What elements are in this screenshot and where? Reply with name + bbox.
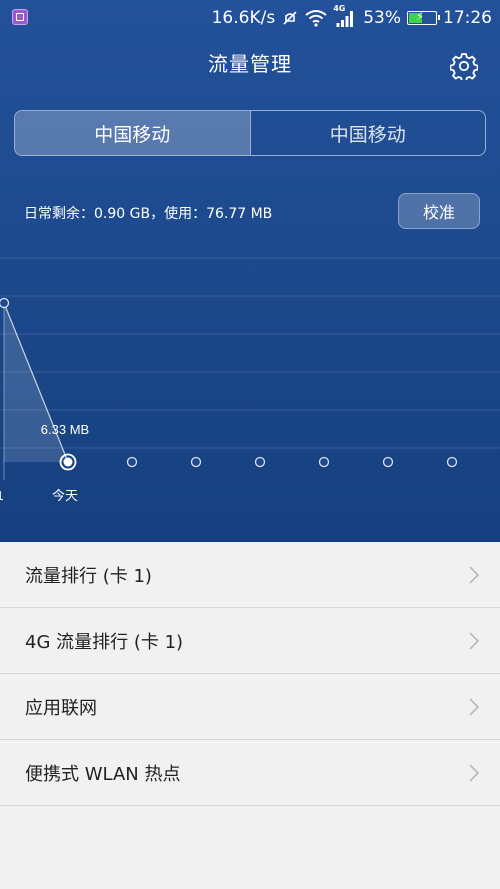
data-point[interactable] [254,456,266,468]
tab-sim-2[interactable]: 中国移动 [249,111,486,155]
chevron-right-icon [469,764,480,782]
chevron-right-icon [469,632,480,650]
menu-item-label: 便携式 WLAN 热点 [25,763,181,785]
data-label-today: 6.33 MB [41,422,89,437]
menu-item-wlan-hotspot[interactable]: 便携式 WLAN 热点 [0,740,500,806]
menu-item-label: 应用联网 [25,697,97,719]
menu-item-4g-traffic-ranking[interactable]: 4G 流量排行 (卡 1) [0,608,500,674]
data-point[interactable] [0,297,10,309]
sim-card-tabs: 中国移动 中国移动 [14,110,486,156]
gallery-notification-icon [12,9,28,25]
menu-item-app-networking[interactable]: 应用联网 [0,674,500,740]
data-point[interactable] [382,456,394,468]
battery-percent: 53% [363,8,401,28]
data-point[interactable] [318,456,330,468]
page-title: 流量管理 [208,52,292,76]
data-point[interactable] [190,456,202,468]
usage-line-chart: 6.33 MB 1 今天 [0,257,500,503]
chevron-right-icon [469,698,480,716]
chevron-right-icon [469,566,480,584]
clock: 17:26 [443,8,492,28]
network-speed: 16.6K/s [211,8,276,28]
data-point[interactable] [126,456,138,468]
data-point[interactable] [446,456,458,468]
tick-label-today: 今天 [52,488,78,503]
calibrate-button[interactable]: 校准 [398,193,480,229]
data-point-today-dot [63,457,73,467]
menu-item-label: 4G 流量排行 (卡 1) [25,631,184,653]
traffic-header-panel: 16.6K/s 4G 53% ⚡ 17:26 流量管理 中国移动 中国移动 日常… [0,0,500,542]
menu-item-label: 流量排行 (卡 1) [25,565,152,587]
status-bar: 16.6K/s 4G 53% ⚡ 17:26 [0,0,500,36]
tab-sim-1[interactable]: 中国移动 [15,111,250,155]
menu-item-traffic-ranking[interactable]: 流量排行 (卡 1) [0,542,500,608]
cell-signal-icon: 4G [333,4,357,28]
daily-usage-summary: 日常剩余：0.90 GB，使用：76.77 MB [24,206,273,222]
traffic-menu-list: 流量排行 (卡 1) 4G 流量排行 (卡 1) 应用联网 便携式 WLAN 热… [0,542,500,806]
tick-label-first-day: 1 [0,488,4,503]
mute-icon [283,11,297,25]
battery-icon: ⚡ [407,10,440,25]
wifi-icon [305,10,327,27]
gear-icon[interactable] [450,52,478,80]
